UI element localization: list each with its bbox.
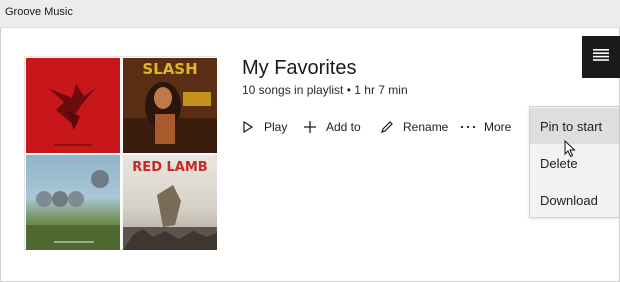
menu-item-pin-to-start[interactable]: Pin to start: [530, 108, 619, 144]
play-icon: [240, 119, 256, 135]
slash-album-art-icon: SLASH: [123, 58, 217, 153]
menu-item-download[interactable]: Download: [530, 182, 619, 218]
rename-label: Rename: [403, 120, 449, 134]
hamburger-menu-button[interactable]: [582, 36, 620, 78]
more-button[interactable]: More: [460, 118, 511, 136]
add-to-button[interactable]: Add to: [302, 118, 361, 136]
title-bar: Groove Music: [0, 0, 620, 28]
plus-icon: [302, 119, 318, 135]
add-to-label: Add to: [326, 120, 361, 134]
playlist-art-grid: SLASH RED LAMB: [24, 56, 217, 250]
ellipsis-icon: [460, 119, 476, 135]
window-title: Groove Music: [5, 6, 73, 18]
slash-art-text: SLASH: [142, 60, 197, 78]
play-label: Play: [264, 120, 288, 134]
mouse-pointer-icon: [564, 140, 576, 158]
menu-item-label: Pin to start: [540, 118, 603, 134]
red-lamb-art-text: RED LAMB: [132, 160, 207, 175]
play-button[interactable]: Play: [240, 118, 287, 136]
red-lamb-album-art-icon: RED LAMB: [123, 155, 217, 250]
hamburger-menu-icon: [593, 48, 609, 66]
pencil-icon: [379, 119, 395, 135]
playlist-title: My Favorites: [242, 57, 357, 79]
more-context-menu: Pin to start Delete Download: [529, 106, 619, 218]
menu-item-label: Download: [540, 192, 598, 208]
playlist-meta: 10 songs in playlist • 1 hr 7 min: [242, 83, 408, 97]
red-album-art-icon: [26, 58, 120, 153]
rename-button[interactable]: Rename: [379, 118, 448, 136]
spheres-album-art-icon: [26, 155, 120, 250]
more-label: More: [484, 120, 512, 134]
window-border-left: [0, 28, 1, 282]
